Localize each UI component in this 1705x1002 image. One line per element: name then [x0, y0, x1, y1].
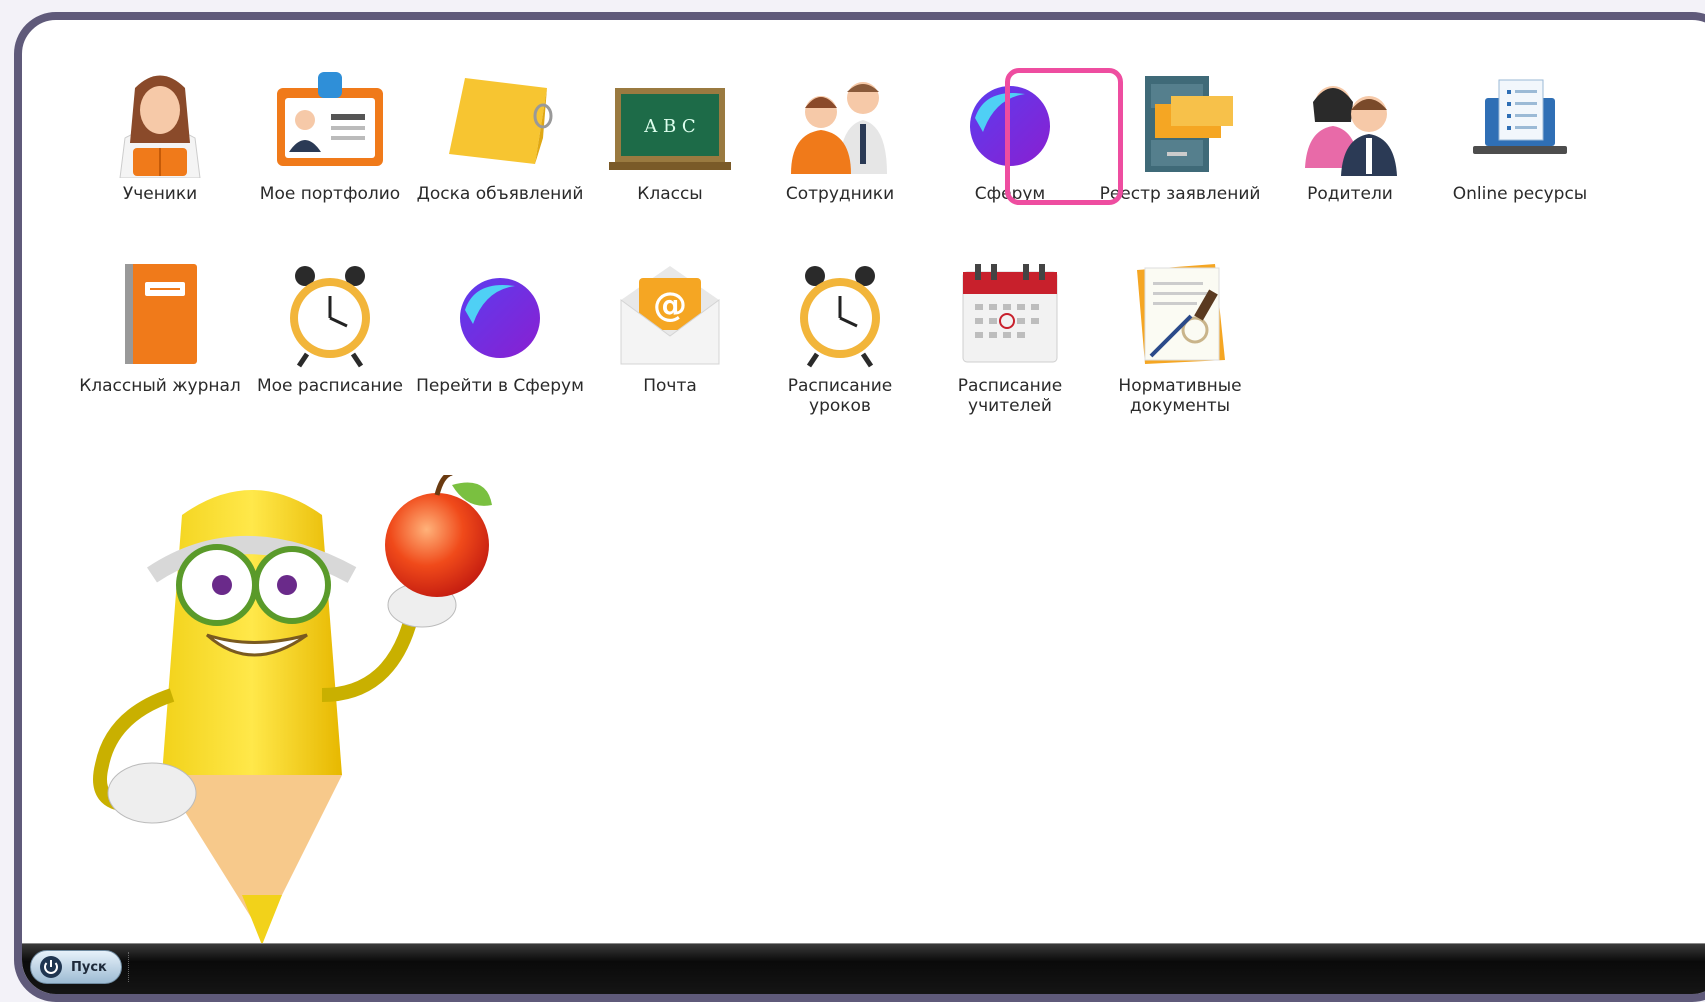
desktop-icon-label: Родители — [1307, 184, 1393, 204]
desktop-icon-label: Доска объявлений — [416, 184, 584, 204]
desktop-icon-classes[interactable]: A B C Классы — [585, 68, 755, 204]
desktop-icon-mail[interactable]: @ Почта — [585, 260, 755, 396]
desktop-icon-my-schedule[interactable]: Мое расписание — [245, 260, 415, 396]
alarm-clock-icon — [290, 266, 370, 368]
desktop-icon-online-resources[interactable]: Online ресурсы — [1435, 68, 1605, 204]
desktop-icon-label: Расписание учителей — [957, 376, 1063, 416]
selection-highlight — [1005, 68, 1123, 205]
desktop-icon-label: Мое портфолио — [259, 184, 401, 204]
desktop-icon-students[interactable]: Ученики — [75, 68, 245, 204]
portfolio-icon — [277, 72, 383, 166]
taskbar-separator — [128, 952, 131, 982]
staff-icon — [791, 82, 887, 174]
calendar-icon — [962, 264, 1058, 363]
documents-stamp-icon — [1137, 264, 1225, 364]
desktop-icon-label: Классы — [637, 184, 703, 204]
desktop-icon-go-to-sferum[interactable]: Перейти в Сферум — [415, 260, 585, 396]
alarm-clock-icon — [800, 266, 880, 368]
sferum-icon — [460, 278, 540, 358]
laptop-checklist-icon — [1473, 79, 1567, 154]
desktop-icon-portfolio[interactable]: Мое портфолио — [245, 68, 415, 204]
pencil-mascot-image — [93, 475, 492, 945]
parents-icon — [1305, 86, 1397, 176]
power-icon — [40, 956, 62, 978]
notebook-icon — [125, 264, 197, 364]
desktop-icon-label: Перейти в Сферум — [416, 376, 584, 396]
desktop-icon-class-journal[interactable]: Классный журнал — [75, 260, 245, 396]
desktop-area: Ученики Мое портфолио Доска объявлений A… — [22, 20, 1705, 994]
file-cabinet-icon — [1145, 76, 1233, 172]
svg-text:A B C: A B C — [643, 116, 695, 137]
start-button[interactable]: Пуск — [30, 950, 122, 984]
desktop-icon-label: Почта — [643, 376, 697, 396]
desktop-icon-label: Мое расписание — [256, 376, 404, 396]
desktop-icon-notice-board[interactable]: Доска объявлений — [415, 68, 585, 204]
taskbar: Пуск — [22, 943, 1705, 994]
desktop-icon-parents[interactable]: Родители — [1265, 68, 1435, 204]
desktop-icon-label: Online ресурсы — [1452, 184, 1588, 204]
desktop-icon-teacher-schedule[interactable]: Расписание учителей — [925, 260, 1095, 416]
desktop-icon-label: Расписание уроков — [787, 376, 893, 416]
desktop-icon-label: Сотрудники — [785, 184, 895, 204]
desktop-icon-staff[interactable]: Сотрудники — [755, 68, 925, 204]
desktop-icon-label: Нормативные документы — [1118, 376, 1242, 416]
desktop-window: Ученики Мое портфолио Доска объявлений A… — [14, 12, 1705, 1002]
start-label: Пуск — [71, 959, 107, 975]
notice-board-icon — [449, 78, 553, 164]
desktop-icon-label: Ученики — [122, 184, 198, 204]
student-icon — [119, 75, 201, 178]
chalkboard-icon: A B C — [609, 88, 731, 170]
desktop-icon-regulatory-documents[interactable]: Нормативные документы — [1095, 260, 1265, 416]
svg-text:@: @ — [653, 285, 687, 325]
desktop-icon-lesson-schedule[interactable]: Расписание уроков — [755, 260, 925, 416]
desktop-icon-label: Классный журнал — [79, 376, 241, 396]
mail-icon: @ — [620, 266, 720, 365]
